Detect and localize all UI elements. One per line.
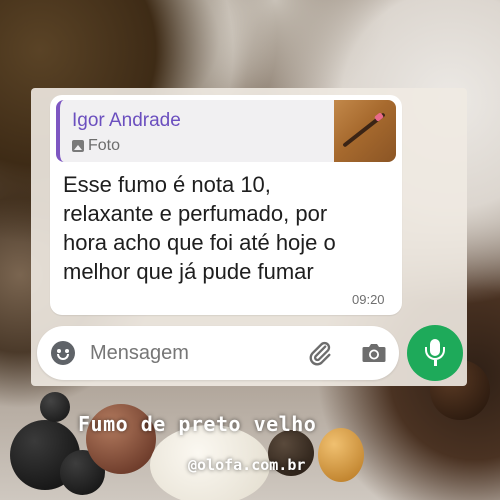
message-time: 09:20 [352,292,385,307]
overlay-handle: @olofa.com.br [188,456,306,474]
message-line: hora acho que foi até hoje o [63,230,336,255]
quote-sender-name: Igor Andrade [72,110,181,131]
overlay-caption: Fumo de preto velho [78,412,317,436]
message-input-placeholder[interactable]: Mensagem [90,342,189,365]
quote-media-type: Foto [72,137,120,155]
camera-icon[interactable] [361,341,387,365]
quote-media-label: Foto [88,137,121,154]
message-line: relaxante e perfumado, por [63,201,328,226]
mic-button[interactable] [407,325,463,381]
emoji-icon[interactable] [51,341,75,365]
message-text: Esse fumo é nota 10, relaxante e perfuma… [63,170,393,286]
reply-quote[interactable]: Igor Andrade Foto [56,100,396,162]
quote-thumbnail[interactable] [334,100,396,162]
message-line: melhor que já pude fumar [63,259,314,284]
attach-icon[interactable] [306,339,334,367]
message-line: Esse fumo é nota 10, [63,172,271,197]
photo-icon [72,140,84,152]
bead-dark [40,392,70,422]
bead-amber [318,428,364,482]
